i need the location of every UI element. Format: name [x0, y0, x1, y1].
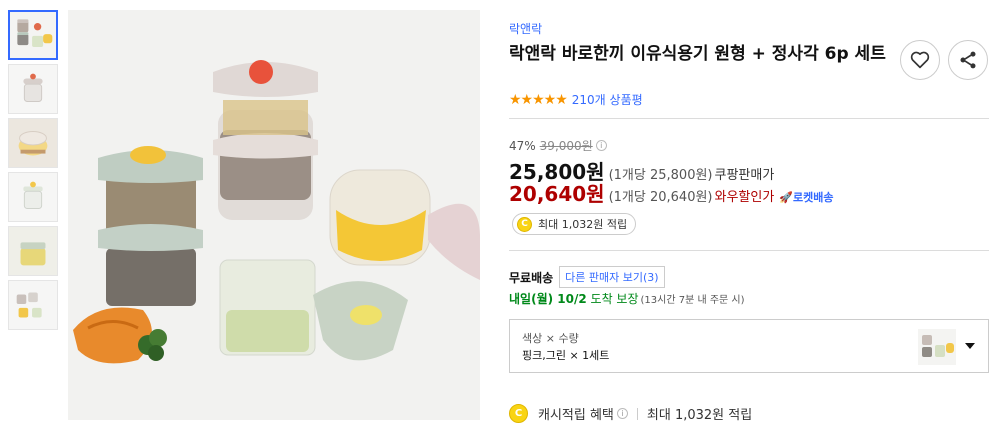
product-thumbnail-image [9, 227, 57, 275]
product-thumbnail-image [9, 173, 57, 221]
option-value: 핑크,그린 × 1세트 [522, 349, 610, 362]
product-photo [68, 10, 480, 420]
info-icon[interactable]: i [616, 408, 628, 419]
coin-icon: C [517, 216, 532, 232]
divider [509, 118, 989, 119]
divider [509, 250, 989, 251]
wow-price-row: 20,640원 (1개당 20,640원) 와우할인가 🚀로켓배송 [509, 178, 834, 207]
rocket-delivery-badge: 🚀로켓배송 [779, 189, 833, 205]
thumbnail-5[interactable] [8, 226, 58, 276]
chevron-down-icon[interactable] [965, 343, 975, 349]
original-price-row: 47% 39,000원 i [509, 137, 607, 154]
original-price: 39,000원 [539, 139, 593, 153]
cash-benefit-row: C 캐시적립 혜택 i 최대 1,032원 적립 [509, 404, 752, 423]
product-thumbnail-image [9, 65, 57, 113]
thumbnail-list [8, 10, 58, 334]
arrival-day: 내일(월) 10/2 [509, 292, 587, 306]
heart-icon [910, 51, 930, 69]
separator [636, 407, 638, 420]
product-thumbnail-image [9, 119, 57, 167]
share-icon [960, 51, 976, 69]
coin-icon: C [509, 404, 528, 423]
rating-row[interactable]: ★★★★★ 210개 상품평 [509, 91, 643, 108]
share-button[interactable] [948, 40, 988, 80]
thumbnail-1[interactable] [8, 10, 58, 60]
main-product-image [68, 10, 480, 420]
option-thumbnail-image [922, 335, 954, 357]
rocket-label: 로켓배송 [793, 191, 834, 204]
wow-price-label: 와우할인가 [714, 190, 775, 205]
thumbnail-3[interactable] [8, 118, 58, 168]
cash-benefit-label: 캐시적립 혜택 [538, 408, 614, 423]
brand-link[interactable]: 락앤락 [509, 20, 542, 37]
cash-badge-text: 최대 1,032원 적립 [538, 218, 628, 231]
thumbnail-4[interactable] [8, 172, 58, 222]
product-thumbnail-image [10, 12, 56, 58]
wow-price: 20,640원 [509, 182, 605, 206]
arrival-info: 내일(월) 10/2 도착 보장 (13시간 7분 내 주문 시) [509, 290, 745, 307]
rocket-icon: 🚀 [779, 191, 794, 204]
rating-stars: ★★★★★ [509, 91, 568, 108]
product-thumbnail-image [9, 281, 57, 329]
wow-unit-price: (1개당 20,640원) [608, 190, 713, 205]
option-labels: 색상 × 수량 핑크,그린 × 1세트 [522, 330, 609, 364]
thumbnail-6[interactable] [8, 280, 58, 330]
product-title: 락앤락 바로한끼 이유식용기 원형 + 정사각 6p 세트 [509, 44, 886, 64]
arrival-detail: (13시간 7분 내 주문 시) [640, 295, 745, 306]
other-sellers-button[interactable]: 다른 판매자 보기(3) [559, 266, 665, 288]
arrival-status: 도착 보장 [590, 292, 639, 306]
cash-reward-badge: C 최대 1,032원 적립 [512, 213, 637, 235]
shipping-row: 무료배송 다른 판매자 보기(3) [509, 266, 665, 288]
option-thumbnail [918, 329, 956, 365]
discount-rate: 47% [509, 138, 536, 153]
free-shipping-label: 무료배송 [509, 270, 554, 285]
wishlist-button[interactable] [900, 40, 940, 80]
cash-benefit-value: 최대 1,032원 적립 [646, 408, 753, 423]
review-count-link[interactable]: 210개 상품평 [572, 91, 643, 108]
info-icon[interactable]: i [595, 140, 607, 151]
option-header: 색상 × 수량 [522, 332, 579, 345]
thumbnail-2[interactable] [8, 64, 58, 114]
option-selector[interactable]: 색상 × 수량 핑크,그린 × 1세트 [509, 319, 989, 373]
